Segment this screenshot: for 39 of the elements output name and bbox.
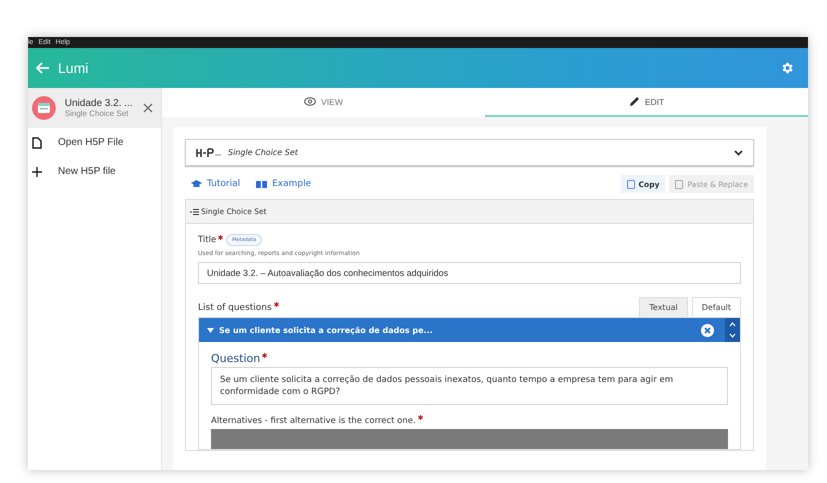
sidebar-item[interactable]: New H5P file <box>28 157 161 186</box>
list-icon <box>190 208 199 214</box>
document-icon <box>32 96 56 120</box>
plus-icon <box>32 166 42 176</box>
editor-mode-tab[interactable]: Default <box>692 297 741 317</box>
h5p-logo-icon <box>196 148 222 158</box>
content-type-select[interactable]: Single Choice Set <box>185 139 754 166</box>
close-icon[interactable] <box>143 103 153 113</box>
clipboard-icon <box>626 179 635 189</box>
field-label: Alternatives - first alternative is the correct one. <box>211 416 416 426</box>
file-icon <box>32 136 42 148</box>
back-arrow-icon[interactable] <box>36 62 50 74</box>
chevron-down-icon <box>734 150 743 156</box>
tab[interactable]: VIEW <box>162 88 485 117</box>
remove-icon[interactable] <box>701 324 714 336</box>
settings-icon[interactable] <box>780 61 794 75</box>
question-header[interactable]: Se um cliente solicita a correção de dados pe... <box>199 318 740 342</box>
file-title: Unidade 3.2. ... <box>64 98 134 109</box>
field-label: Title <box>198 235 216 245</box>
file-type: Single Choice Set <box>64 109 130 118</box>
reorder-control[interactable] <box>725 318 740 342</box>
question-field[interactable]: Se um cliente solicita a correção de dados pessoais inexatos, quanto tempo a empresa tem para agir em conformidade com o RGPD? <box>211 367 728 405</box>
app-title: Lumi <box>58 60 88 76</box>
book-icon <box>256 180 268 188</box>
sidebar-item[interactable]: Open H5P File <box>28 128 161 157</box>
clipboard-icon <box>675 179 684 189</box>
field-label: Question <box>211 352 260 365</box>
editor-mode-tab[interactable]: Textual <box>639 297 688 317</box>
eye-icon <box>304 97 316 106</box>
up-down-arrows-icon <box>729 320 736 340</box>
title-field[interactable]: Unidade 3.2. – Autoavaliação dos conhecimentos adquiridos <box>198 262 741 284</box>
caret-icon <box>207 328 214 332</box>
help-link[interactable]: Tutorial <box>191 179 240 189</box>
pencil-icon <box>628 96 640 107</box>
graduation-cap-icon <box>191 180 202 188</box>
file-item[interactable]: Unidade 3.2. ... Single Choice Set <box>28 88 161 128</box>
help-link[interactable]: Example <box>256 179 312 189</box>
tab[interactable]: EDIT <box>485 88 808 117</box>
field-label: List of questions <box>198 302 272 312</box>
